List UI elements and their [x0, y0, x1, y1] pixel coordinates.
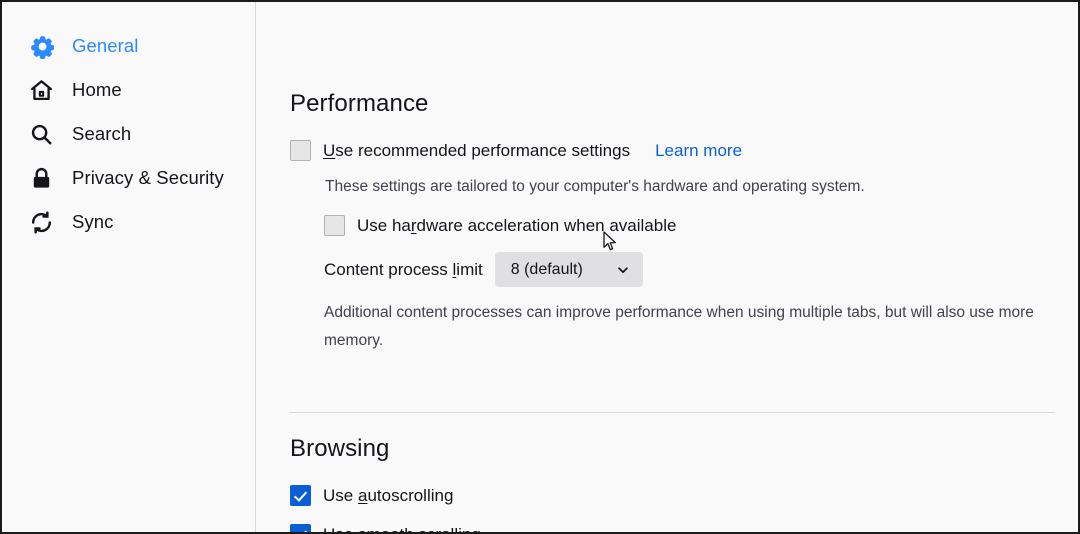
autoscroll-pre: Use — [323, 485, 358, 505]
content-process-limit-value: 8 (default) — [510, 260, 583, 278]
autoscrolling-row[interactable]: Use autoscrolling — [290, 485, 1054, 506]
hardware-acceleration-checkbox[interactable] — [324, 215, 345, 236]
smooth-scrolling-checkbox[interactable] — [290, 524, 311, 532]
hwaccel-post: dware acceleration when available — [416, 215, 677, 235]
home-icon — [28, 77, 54, 103]
smooth-scrolling-row[interactable]: Use smooth scrolling — [290, 524, 1054, 532]
sidebar-item-search[interactable]: Search — [2, 112, 255, 156]
sidebar-item-label: Search — [72, 123, 132, 144]
sidebar-item-home[interactable]: Home — [2, 68, 255, 112]
recommended-settings-description: These settings are tailored to your comp… — [325, 178, 865, 195]
hardware-acceleration-row[interactable]: Use hardware acceleration when available — [324, 215, 1054, 236]
autoscrolling-label: Use autoscrolling — [323, 485, 454, 505]
sync-icon — [28, 209, 54, 235]
content-process-limit-label: Content process limit — [324, 259, 483, 279]
sidebar-item-privacy-security[interactable]: Privacy & Security — [2, 156, 255, 200]
content-process-limit-select[interactable]: 8 (default) — [494, 252, 643, 287]
firefox-settings-window: General Home Search Privacy & Security S… — [0, 0, 1080, 534]
autoscrolling-checkbox[interactable] — [290, 485, 311, 506]
sidebar-item-label: Sync — [72, 211, 114, 232]
browsing-section: Browsing Use autoscrolling Use smooth sc… — [290, 413, 1054, 532]
hardware-acceleration-label: Use hardware acceleration when available — [357, 215, 677, 235]
sidebar-item-sync[interactable]: Sync — [2, 200, 255, 244]
content-process-limit-description: Additional content processes can improve… — [324, 304, 1034, 349]
recommended-settings-label-rest: se recommended performance settings — [335, 140, 631, 160]
autoscroll-post: utoscrolling — [367, 485, 454, 505]
browsing-section-title: Browsing — [290, 435, 390, 462]
hwaccel-pre: Use ha — [357, 215, 411, 235]
plimit-post: imit — [456, 259, 483, 279]
lock-icon — [28, 165, 54, 191]
smooth-scrolling-label: Use smooth scrolling — [323, 525, 481, 533]
learn-more-link[interactable]: Learn more — [655, 141, 742, 161]
gear-icon — [28, 33, 54, 59]
plimit-pre: Content process — [324, 259, 453, 279]
settings-content-pane: Performance Use recommended performance … — [256, 2, 1078, 532]
performance-section: Performance Use recommended performance … — [290, 2, 1054, 355]
settings-sidebar: General Home Search Privacy & Security S… — [2, 2, 256, 532]
performance-section-title: Performance — [290, 90, 429, 117]
sidebar-item-general[interactable]: General — [2, 24, 255, 68]
recommended-settings-checkbox[interactable] — [290, 140, 311, 161]
content-process-limit-row: Content process limit 8 (default) — [324, 252, 1054, 287]
search-icon — [28, 121, 54, 147]
sidebar-item-label: Home — [72, 79, 122, 100]
recommended-settings-row[interactable]: Use recommended performance settings Lea… — [290, 140, 1054, 161]
sidebar-item-label: General — [72, 35, 139, 56]
sidebar-item-label: Privacy & Security — [72, 167, 224, 188]
recommended-settings-label: Use recommended performance settings — [323, 140, 631, 160]
chevron-down-icon — [616, 263, 630, 277]
